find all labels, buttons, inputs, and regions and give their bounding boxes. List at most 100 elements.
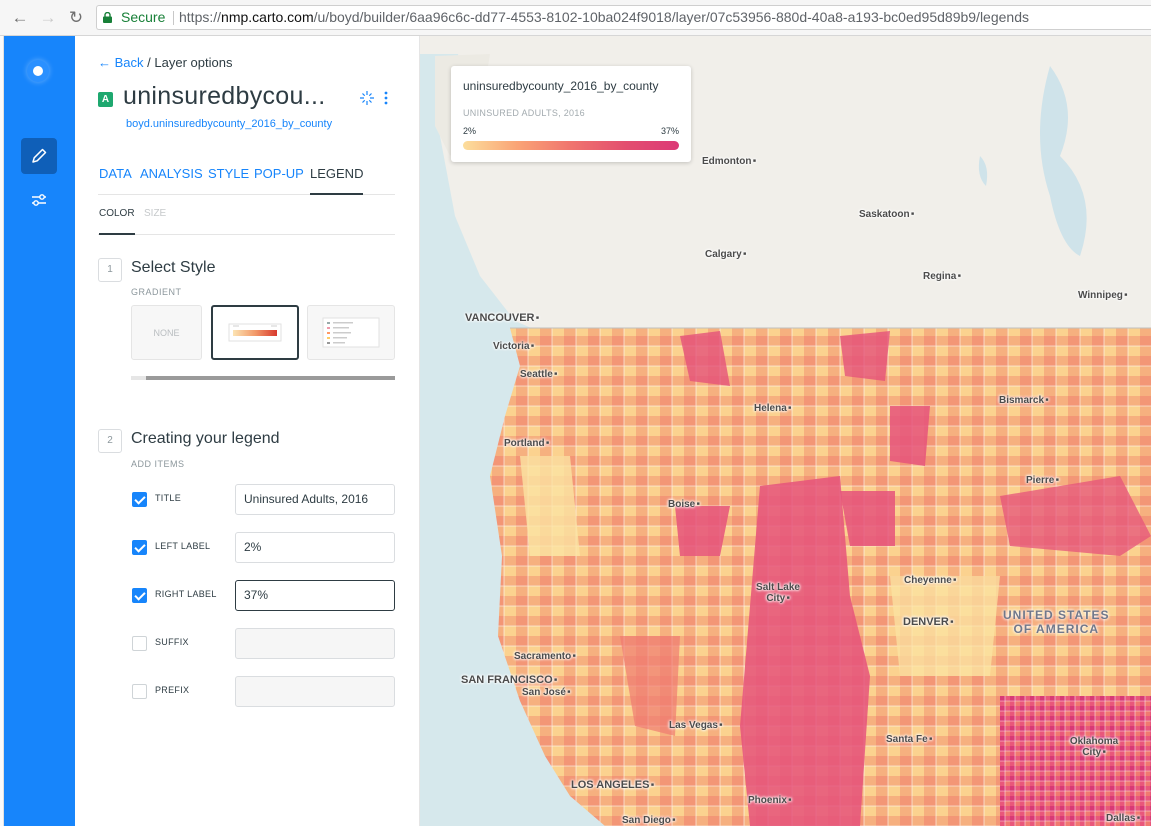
gradient-preview-icon (228, 323, 282, 342)
url-text: https://nmp.carto.com/u/boyd/builder/6aa… (179, 6, 1029, 29)
city-label: Helena (754, 403, 791, 414)
subtab-color[interactable]: COLOR (99, 208, 135, 235)
back-arrow-icon[interactable]: ← (10, 8, 30, 28)
layer-title[interactable]: uninsuredbycou... (123, 82, 325, 111)
carto-logo-icon[interactable] (27, 60, 49, 82)
sidebar-edge (0, 36, 4, 826)
left-label-input[interactable]: 2% (235, 532, 395, 563)
step-subtitle: GRADIENT (131, 287, 182, 297)
sparkle-icon[interactable] (359, 90, 375, 106)
legend-item-prefix: PREFIX (131, 676, 395, 707)
edit-layers-button[interactable] (21, 138, 57, 174)
city-label: VANCOUVER (465, 312, 539, 324)
step-subtitle: ADD ITEMS (131, 459, 185, 469)
tab-data[interactable]: DATA (99, 166, 132, 195)
breadcrumb-current: Layer options (154, 55, 233, 70)
legend-subtabs: COLOR SIZE (98, 208, 395, 235)
suffix-input[interactable] (235, 628, 395, 659)
city-label: Phoenix (748, 795, 791, 806)
city-label: Portland (504, 438, 549, 449)
lock-icon (103, 12, 112, 23)
step-number: 2 (98, 429, 122, 453)
right-label-checkbox[interactable] (132, 588, 147, 603)
widgets-button[interactable] (21, 182, 57, 218)
item-label: SUFFIX (155, 637, 189, 647)
breadcrumb: ← Back / Layer options (98, 55, 232, 70)
category-preview-icon (322, 317, 380, 348)
country-label-line: UNITED STATES (1003, 608, 1110, 622)
forward-arrow-icon[interactable]: → (38, 8, 58, 28)
legend-item-left-label: LEFT LABEL 2% (131, 532, 395, 563)
style-carousel-scrollbar[interactable] (131, 376, 395, 380)
title-checkbox[interactable] (132, 492, 147, 507)
url-separator (173, 11, 174, 25)
city-label: DENVER (903, 616, 953, 628)
legend-left-label: 2% (463, 126, 477, 136)
legend-gradient-bar (463, 141, 679, 150)
country-label-line: OF AMERICA (1013, 622, 1100, 636)
city-label: Winnipeg (1078, 290, 1127, 301)
tab-style[interactable]: STYLE (208, 166, 249, 195)
city-label: Boise (668, 499, 700, 510)
step-title: Select Style (131, 259, 216, 276)
legend-right-label: 37% (660, 126, 679, 136)
left-label-checkbox[interactable] (132, 540, 147, 555)
app-sidebar (0, 36, 75, 826)
legend-item-suffix: SUFFIX (131, 628, 395, 659)
reload-icon[interactable]: ↻ (66, 8, 86, 28)
city-label: Bismarck (999, 395, 1048, 406)
layer-source-link[interactable]: boyd.uninsuredbycounty_2016_by_county (126, 118, 332, 130)
pencil-icon (32, 148, 47, 163)
item-label: RIGHT LABEL (155, 589, 217, 599)
country-label: UNITED STATES OF AMERICA (1003, 608, 1110, 636)
city-label: SAN FRANCISCO (461, 674, 557, 686)
legend-style-none[interactable]: NONE (131, 305, 202, 360)
tab-legend[interactable]: LEGEND (310, 166, 364, 195)
legend-title: uninsuredbycounty_2016_by_county (463, 79, 659, 93)
title-input[interactable]: Uninsured Adults, 2016 (235, 484, 395, 515)
right-label-input[interactable]: 37% (235, 580, 395, 611)
item-label: TITLE (155, 493, 182, 503)
city-label: LOS ANGELES (571, 779, 654, 791)
layer-tabs: DATA ANALYSIS STYLE POP-UP LEGEND (98, 166, 395, 195)
address-bar[interactable]: Secure https://nmp.carto.com/u/boyd/buil… (96, 5, 1151, 30)
more-options-icon[interactable] (383, 90, 389, 106)
suffix-checkbox[interactable] (132, 636, 147, 651)
legend-style-category[interactable] (307, 305, 395, 360)
legend-item-right-label: RIGHT LABEL 37% (131, 580, 395, 611)
city-label: San Diego (622, 815, 675, 826)
prefix-checkbox[interactable] (132, 684, 147, 699)
item-label: PREFIX (155, 685, 190, 695)
scrollbar-thumb[interactable] (146, 376, 395, 380)
layer-letter-badge: A (98, 92, 113, 107)
secure-label: Secure (121, 9, 166, 25)
city-label: Regina (923, 271, 961, 282)
city-label: Calgary (705, 249, 746, 260)
subtab-size: SIZE (144, 208, 167, 219)
step-number: 1 (98, 258, 122, 282)
url-host: nmp.carto.com (221, 9, 314, 25)
back-link[interactable]: ← Back (98, 55, 144, 70)
tab-popup[interactable]: POP-UP (254, 166, 304, 195)
legend-item-title: TITLE Uninsured Adults, 2016 (131, 484, 395, 515)
layer-options-panel: ← Back / Layer options A uninsuredbycou.… (75, 36, 420, 826)
city-label: Oklahoma City (1066, 736, 1122, 758)
city-label: Saskatoon (859, 209, 914, 220)
map-canvas[interactable]: Edmonton Saskatoon Calgary Regina Winnip… (420, 36, 1151, 826)
city-label: Pierre (1026, 475, 1059, 486)
city-label: Victoria (493, 341, 534, 352)
step-title: Creating your legend (131, 430, 280, 447)
city-label: Sacramento (514, 651, 576, 662)
prefix-input[interactable] (235, 676, 395, 707)
city-label: Seattle (520, 369, 557, 380)
item-label: LEFT LABEL (155, 541, 211, 551)
city-label: Santa Fe (886, 734, 932, 745)
city-label: Dallas (1106, 813, 1140, 824)
tab-analysis[interactable]: ANALYSIS (140, 166, 203, 195)
back-label: Back (114, 55, 144, 70)
browser-toolbar: ← → ↻ Secure https://nmp.carto.com/u/boy… (0, 0, 1151, 36)
sliders-icon (32, 194, 46, 206)
city-label: Cheyenne (904, 575, 956, 586)
legend-style-gradient[interactable] (211, 305, 299, 360)
url-path: /u/boyd/builder/6aa96c6c-dd77-4553-8102-… (313, 9, 1029, 25)
